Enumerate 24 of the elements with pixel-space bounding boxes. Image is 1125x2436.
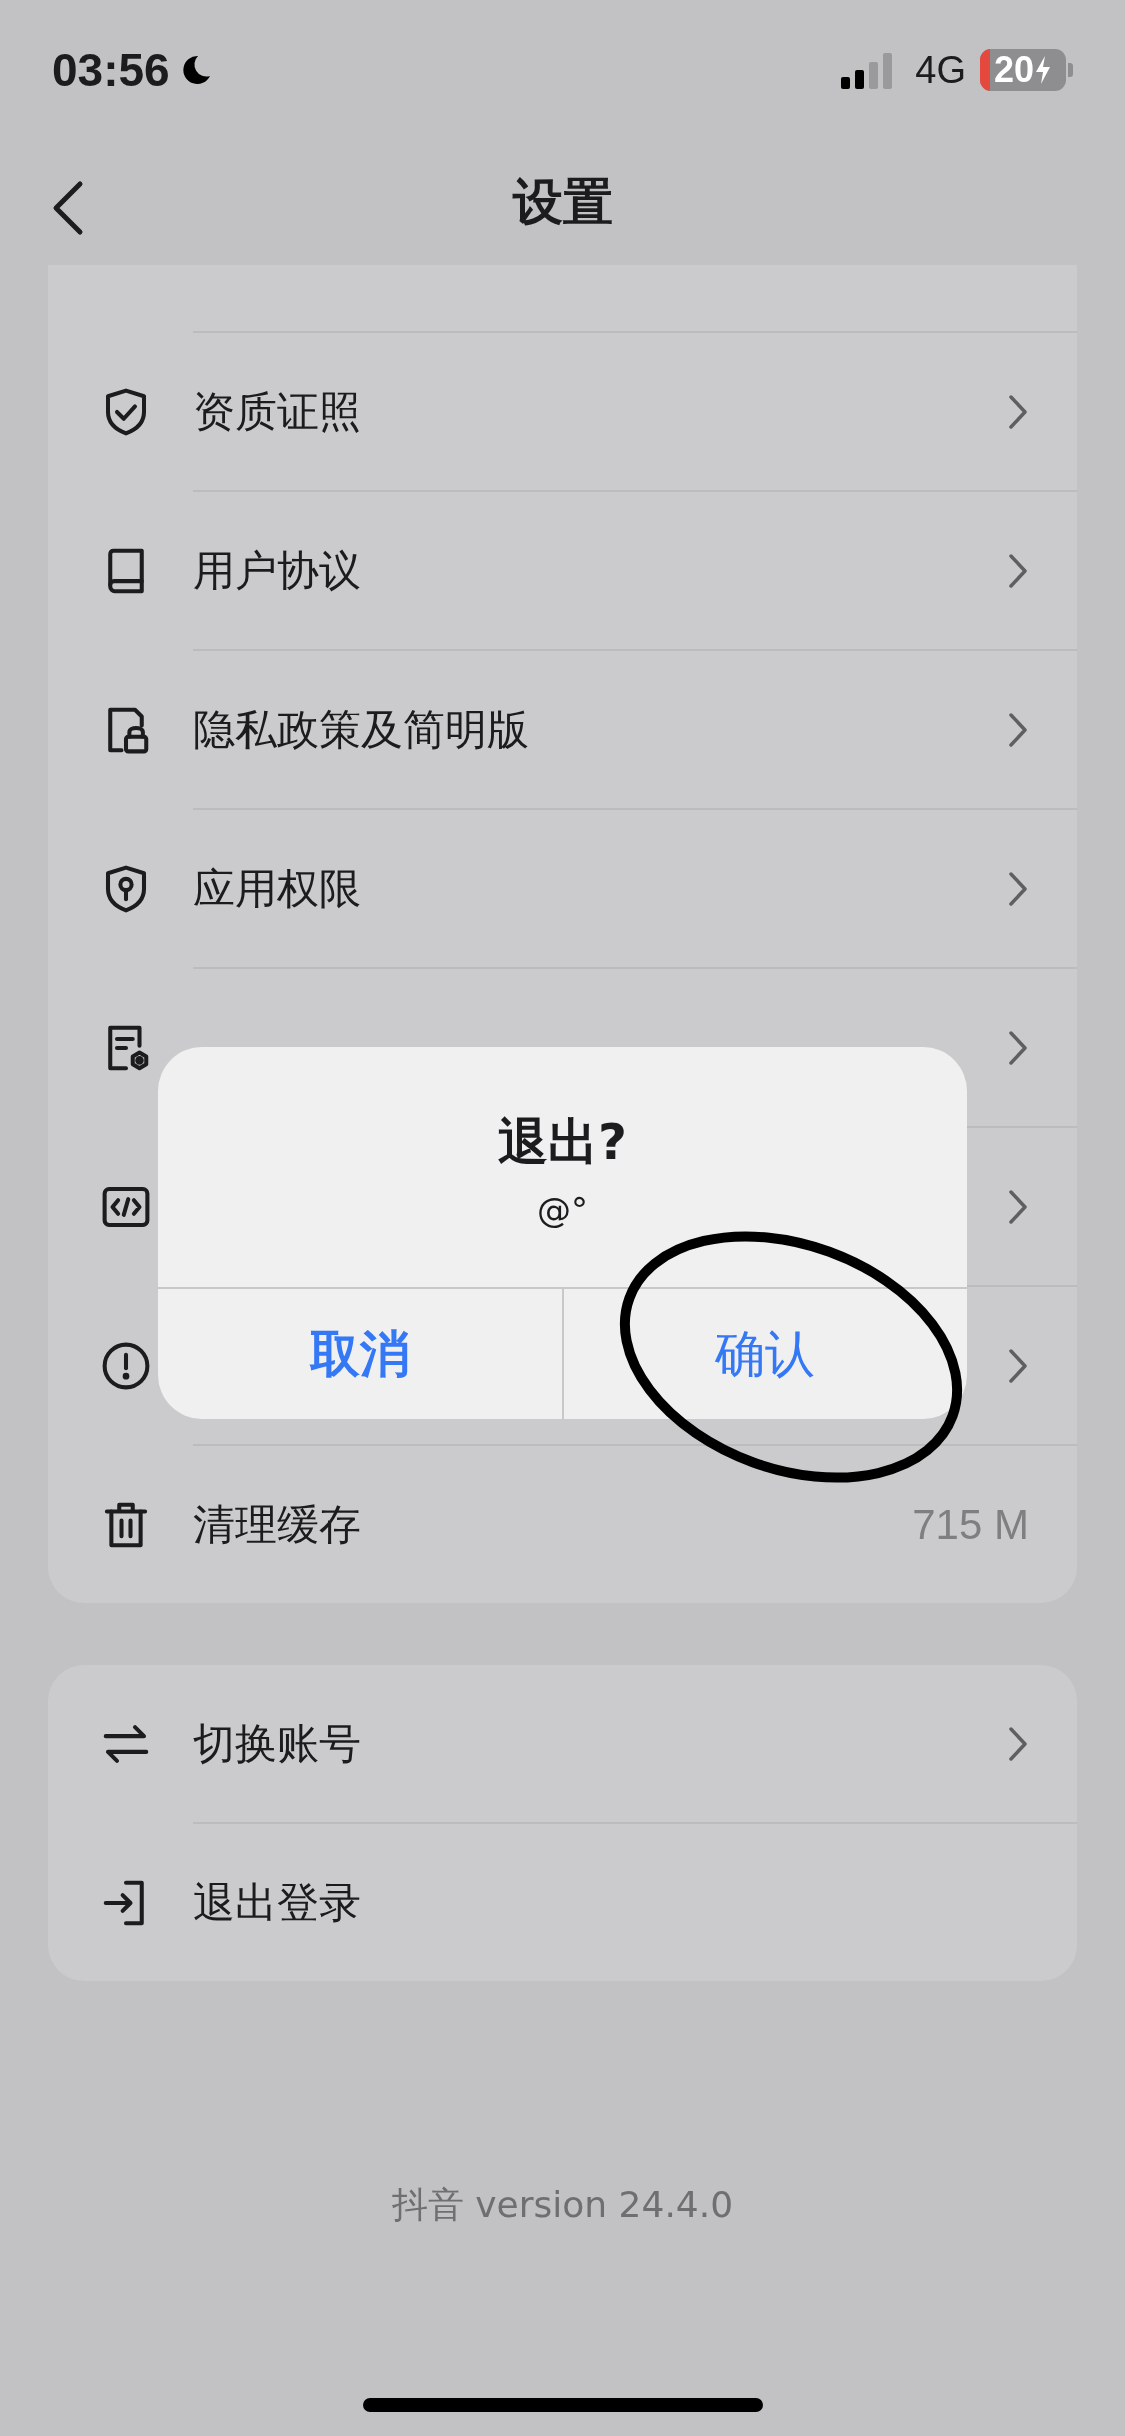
status-time: 03:56	[52, 43, 170, 97]
network-type: 4G	[915, 48, 966, 92]
settings-item[interactable]: 清理缓存	[193, 1496, 361, 1553]
chevron-icon	[1007, 1187, 1029, 1226]
settings-item[interactable]: 资质证照	[193, 383, 361, 440]
page-title: 设置	[512, 172, 613, 233]
settings-item[interactable]: 应用权限	[193, 860, 361, 917]
settings-item[interactable]: 退出登录	[193, 1874, 361, 1931]
chevron-icon	[1007, 551, 1029, 590]
confirm-button[interactable]: 确认	[561, 1289, 967, 1419]
dialog-title: 退出?	[498, 1112, 627, 1173]
chevron-icon	[1007, 1028, 1029, 1067]
settings-item[interactable]: 隐私政策及简明版	[193, 701, 529, 758]
chevron-icon	[1007, 710, 1029, 749]
cache-size: 715 M	[912, 1500, 1029, 1549]
chevron-icon	[1007, 392, 1029, 431]
settings-item[interactable]: 切换账号	[193, 1715, 361, 1772]
version-text: 抖音 version 24.4.0	[391, 2184, 734, 2225]
chevron-icon	[1007, 869, 1029, 908]
chevron-icon	[1007, 1724, 1029, 1763]
settings-item[interactable]: 用户协议	[193, 542, 361, 599]
dialog-message: @°	[537, 1190, 588, 1230]
chevron-icon	[1007, 1346, 1029, 1385]
cancel-button[interactable]: 取消	[158, 1289, 562, 1419]
